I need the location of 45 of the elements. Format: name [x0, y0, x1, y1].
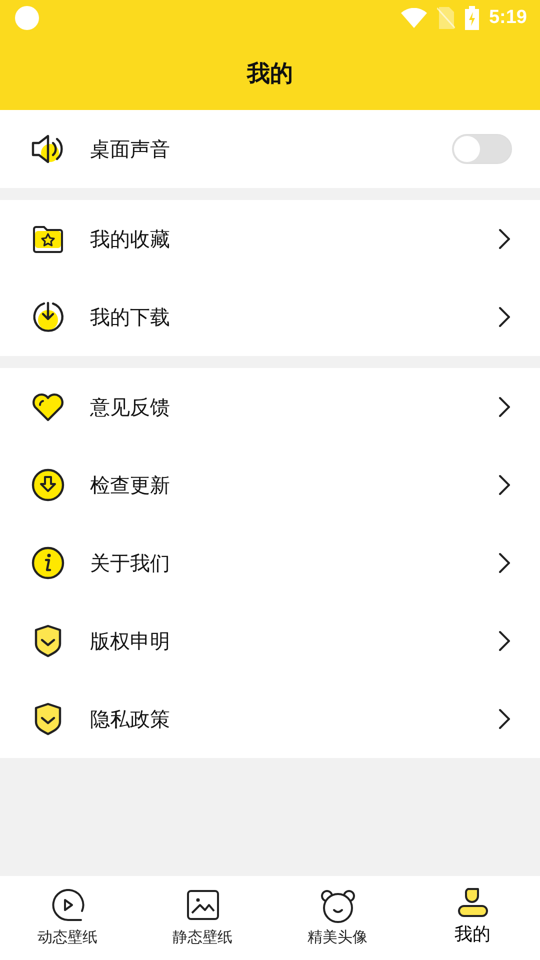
notification-icon	[15, 6, 39, 30]
row-label: 版权申明	[90, 628, 171, 654]
settings-row[interactable]: 版权申明	[0, 602, 540, 680]
bear-face-icon	[320, 889, 356, 923]
download-circle-icon	[30, 467, 66, 503]
tab-label: 动态壁纸	[38, 928, 98, 947]
chevron-right-icon	[496, 552, 512, 574]
info-icon	[30, 545, 66, 581]
row-label: 检查更新	[90, 472, 171, 498]
tab-label: 静态壁纸	[172, 928, 232, 947]
chevron-right-icon	[496, 306, 512, 328]
nav-tab[interactable]: 动态壁纸	[0, 876, 135, 960]
toggle-switch[interactable]	[452, 134, 512, 164]
settings-row[interactable]: 我的下载	[0, 278, 540, 356]
page-title: 我的	[247, 60, 293, 88]
wifi-icon	[400, 8, 427, 28]
no-sim-icon	[436, 7, 455, 29]
chevron-right-icon	[496, 630, 512, 652]
play-circle-icon	[50, 889, 84, 923]
settings-row[interactable]: 桌面声音	[0, 110, 540, 188]
row-label: 我的下载	[90, 304, 171, 330]
settings-row[interactable]: 关于我们	[0, 524, 540, 602]
nav-tab[interactable]: 精美头像	[270, 876, 405, 960]
image-icon	[186, 889, 220, 923]
download-icon	[30, 299, 66, 335]
tab-label: 我的	[454, 923, 490, 946]
row-label: 桌面声音	[90, 136, 171, 162]
settings-row[interactable]: 检查更新	[0, 446, 540, 524]
battery-icon	[464, 6, 479, 30]
row-label: 隐私政策	[90, 706, 171, 732]
chevron-right-icon	[496, 474, 512, 496]
settings-row[interactable]: 我的收藏	[0, 200, 540, 278]
person-icon	[456, 885, 490, 919]
settings-row[interactable]: 意见反馈	[0, 368, 540, 446]
nav-tab[interactable]: 静态壁纸	[135, 876, 270, 960]
settings-row[interactable]: 隐私政策	[0, 680, 540, 758]
chevron-right-icon	[496, 228, 512, 250]
tab-label: 精美头像	[308, 928, 368, 947]
chevron-right-icon	[496, 708, 512, 730]
row-label: 我的收藏	[90, 226, 171, 252]
status-time: 5:19	[488, 7, 527, 29]
chevron-right-icon	[496, 396, 512, 418]
row-label: 意见反馈	[90, 394, 171, 420]
row-label: 关于我们	[90, 550, 171, 576]
nav-tab[interactable]: 我的	[405, 876, 540, 960]
